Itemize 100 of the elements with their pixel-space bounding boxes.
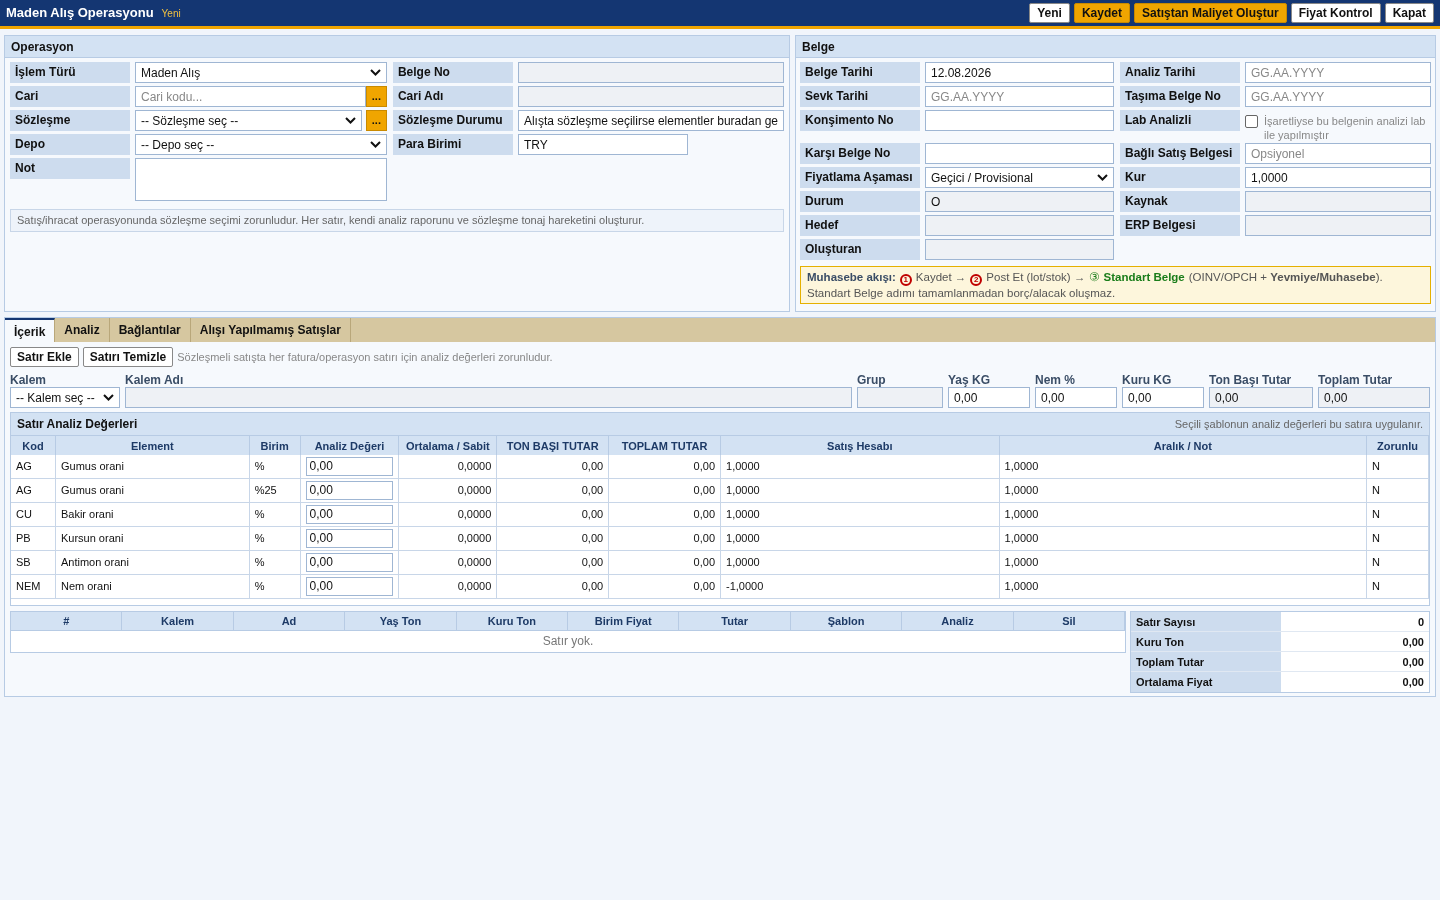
table-cell-text: 0,00	[581, 459, 604, 475]
info-note: Satış/ihracat operasyonunda sözleşme seçimi zorunludur. Her satır, kendi analiz raporunu ve sözleşme tonaj hareketini oluşturur.	[10, 209, 784, 232]
flow-step-text: Kaydet →	[915, 271, 967, 283]
table-cell-text: N	[1372, 483, 1380, 499]
input-field[interactable]: GG.AA.YYYY	[1245, 86, 1431, 107]
table-cell-text: 1,0000	[726, 555, 760, 571]
field-label: Fiyatlama Aşaması	[800, 167, 920, 188]
header-button[interactable]: Satıştan Maliyet Oluştur	[1133, 3, 1287, 23]
column-header: #	[11, 612, 123, 630]
header-button[interactable]: Yeni	[1029, 3, 1070, 23]
table-cell-text: N	[1372, 579, 1380, 595]
header-button[interactable]: Kapat	[1384, 3, 1434, 23]
table-cell-text: 1,0000	[1004, 555, 1039, 571]
tab[interactable]: Bağlantılar	[109, 318, 191, 342]
summary-value: 0	[1281, 612, 1429, 631]
input-field[interactable]: 12.08.2026	[925, 62, 1114, 83]
field-label: Konşimento No	[800, 110, 920, 131]
table-cell-text: Kursun orani	[60, 531, 124, 547]
table-cell-text: AG	[16, 459, 32, 475]
lookup-button[interactable]: ...	[365, 86, 387, 107]
field-label: Hedef	[800, 215, 920, 236]
select-field[interactable]: Geçici / Provisional	[925, 167, 1114, 188]
chevron-down-icon	[369, 141, 381, 148]
header-button[interactable]: Kaydet	[1073, 3, 1130, 23]
input-field[interactable]: TRY	[517, 134, 688, 155]
panel-title: Operasyon	[5, 36, 789, 58]
field-label: Grup	[857, 372, 887, 387]
select-field[interactable]: Maden Alış	[135, 62, 387, 83]
tab[interactable]: İçerik	[5, 318, 56, 342]
field-label: Not	[10, 158, 130, 179]
column-header: Kalem	[122, 612, 234, 630]
field-label: Yaş KG	[948, 372, 992, 387]
input-field[interactable]: GG.AA.YYYY	[1245, 62, 1431, 83]
field-label: Cari Adı	[392, 86, 513, 107]
column-header: Birim	[249, 436, 301, 455]
value-input[interactable]: 0,00	[305, 529, 394, 548]
lookup-button[interactable]: ...	[365, 110, 387, 131]
value-input[interactable]: 0,00	[305, 553, 394, 572]
input-field[interactable]: Alışta sözleşme seçilirse elementler buradan ge	[517, 110, 784, 131]
table-cell-text: 0,00	[693, 555, 715, 571]
value-input[interactable]: 0,00	[305, 481, 394, 500]
input-field[interactable]: 0,00	[948, 387, 1030, 408]
select-field[interactable]: -- Kalem seç --	[10, 387, 120, 408]
column-header: Satış Hesabı	[721, 436, 1000, 455]
field-label: İşlem Türü	[10, 62, 130, 83]
select-field[interactable]: -- Sözleşme seç --	[135, 110, 362, 131]
toolbar-button[interactable]: Satır Ekle	[10, 347, 79, 367]
table-cell-text: Bakir orani	[60, 507, 114, 523]
value-input[interactable]: 0,00	[305, 457, 394, 476]
table-cell-text: 0,0000	[457, 507, 492, 523]
table-cell-text: 0,00	[581, 555, 604, 571]
header-button[interactable]: Fiyat Kontrol	[1290, 3, 1381, 23]
table-cell-text: 1,0000	[726, 531, 760, 547]
field-label: Kuru KG	[1122, 372, 1173, 387]
column-header: Analiz	[902, 612, 1014, 630]
input-field[interactable]	[925, 110, 1114, 131]
flow-step-text: Post Et (lot/stok) →	[986, 271, 1086, 283]
table-cell-text: Antimon orani	[60, 555, 129, 571]
column-header: TOPLAM TUTAR	[609, 436, 721, 455]
table-cell-text: N	[1372, 459, 1380, 475]
input-field[interactable]	[925, 143, 1114, 164]
input-field[interactable]: 0,00	[1035, 387, 1117, 408]
field-label: Kur	[1120, 167, 1240, 188]
toolbar-button[interactable]: Satırı Temizle	[82, 347, 174, 367]
input-field[interactable]: Opsiyonel	[1245, 143, 1431, 164]
chevron-down-icon	[369, 69, 381, 76]
flow-step-text: ③ Standart Belge	[1089, 271, 1185, 283]
summary-value: 0,00	[1281, 652, 1429, 671]
tab[interactable]: Alışı Yapılmamış Satışlar	[190, 318, 351, 342]
textarea-field[interactable]	[135, 158, 387, 201]
table-cell-text: 1,0000	[726, 483, 760, 499]
table-cell-text: 1,0000	[1004, 483, 1039, 499]
summary-label: Ortalama Fiyat	[1131, 672, 1281, 692]
field-label: Toplam Tutar	[1318, 372, 1394, 387]
flow-step-text: (OINV/OPCH + Yevmiye/Muhasebe).	[1188, 271, 1383, 283]
field-label: ERP Belgesi	[1120, 215, 1240, 236]
input-field[interactable]: Cari kodu...	[135, 86, 366, 107]
input-field[interactable]: 1,0000	[1245, 167, 1431, 188]
field-label: Cari	[10, 86, 130, 107]
table-cell-text: N	[1372, 555, 1380, 571]
summary-value: 0,00	[1281, 672, 1429, 692]
chevron-down-icon	[103, 394, 114, 401]
section-hint: Seçili şablonun analiz değerleri bu satıra uygulanır.	[1174, 416, 1423, 432]
value-input[interactable]: 0,00	[305, 577, 394, 596]
checkbox[interactable]	[1245, 115, 1258, 128]
chevron-down-icon	[1097, 174, 1108, 181]
tab[interactable]: Analiz	[55, 318, 110, 342]
table-cell-text: PB	[16, 531, 31, 547]
field-label: Sözleşme Durumu	[392, 110, 513, 131]
table-cell-text: -1,0000	[726, 579, 764, 595]
input-field[interactable]: GG.AA.YYYY	[925, 86, 1114, 107]
input-field[interactable]: 0,00	[1122, 387, 1204, 408]
chevron-down-icon	[344, 117, 356, 124]
table-cell-text: 1,0000	[726, 507, 760, 523]
value-input[interactable]: 0,00	[305, 505, 394, 524]
column-header: Tutar	[679, 612, 791, 630]
select-field[interactable]: -- Depo seç --	[135, 134, 387, 155]
flow-step-text: Muhasebe akışı:	[807, 271, 896, 283]
field-label: Belge Tarihi	[800, 62, 920, 83]
table-cell-text: 0,00	[693, 531, 715, 547]
